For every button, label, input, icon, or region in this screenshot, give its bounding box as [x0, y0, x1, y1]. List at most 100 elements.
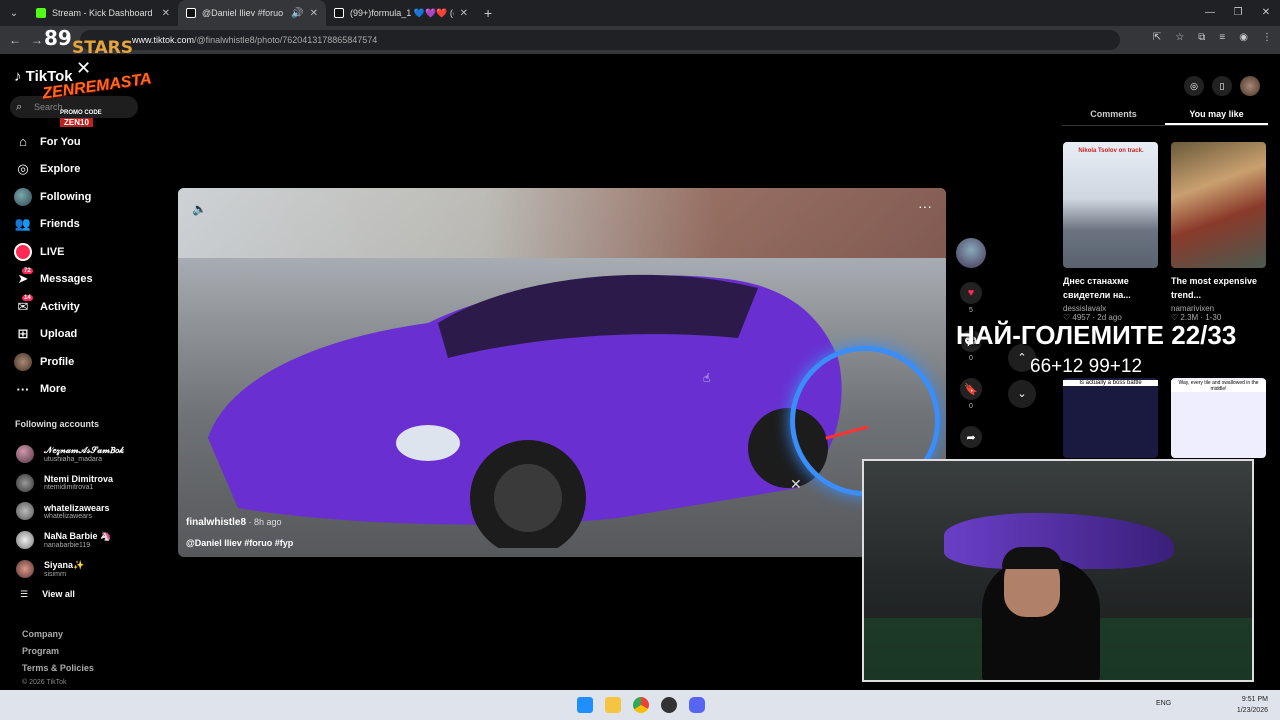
next-video-button[interactable]: ⌄ [1008, 380, 1036, 408]
discord-icon[interactable] [689, 697, 705, 713]
sidebar-item-for-you[interactable]: ⌂ For You [14, 128, 144, 156]
account-name: Ntemi Dimitrova [44, 474, 114, 485]
speaker-icon[interactable]: 🔊 [291, 8, 303, 19]
recommended-card[interactable]: The most expensive trend... namarivixen … [1171, 142, 1266, 322]
cross-icon: ✕ [76, 58, 92, 78]
account-name: NaNa Barbie 🦄 [44, 531, 112, 542]
sidebar-item-profile[interactable]: Profile [14, 348, 144, 376]
following-accounts-list: 𝒩𝑒𝓏𝓃𝒶𝓂𝒜𝓈𝒮𝒶𝓂𝐵𝑜𝓀 utushiaha_madara Ntemi Dim… [16, 440, 124, 583]
kick-favicon-icon [36, 8, 46, 18]
sidebar-item-explore[interactable]: ◎ Explore [14, 156, 144, 184]
sidebar-item-messages[interactable]: ➤ 72 Messages [14, 266, 144, 294]
creator-avatar[interactable] [956, 238, 986, 268]
obs-icon[interactable] [661, 697, 677, 713]
view-all-label: View all [42, 589, 75, 599]
footer-link-program[interactable]: Program [22, 646, 94, 663]
url-path: /@finalwhistle8/photo/762041317886584757… [194, 35, 378, 45]
nav-label: Friends [40, 218, 80, 231]
friends-icon: 👥 [14, 216, 32, 232]
language-indicator[interactable]: ENG [1156, 700, 1171, 707]
back-icon[interactable]: ← [4, 33, 26, 47]
sidebar-item-more[interactable]: ··· More [14, 376, 144, 404]
tab-tiktok-active[interactable]: @Daniel Iliev #foruo #fyp | 🔊 ✕ [178, 0, 326, 26]
like-button[interactable]: ♥ [960, 282, 982, 304]
sidebar-nav: ⌂ For You ◎ Explore Following 👥 Friends LIV… [14, 128, 144, 403]
nav-label: More [40, 383, 67, 396]
close-icon[interactable]: ✕ [790, 476, 802, 493]
tiktok-note-icon: ♪ [14, 68, 22, 85]
account-name: Siyana✨ [44, 559, 85, 570]
footer-link-terms[interactable]: Terms & Policies [22, 663, 94, 680]
tab-kick-dashboard[interactable]: Stream - Kick Dashboard ✕ [28, 0, 178, 26]
maximize-icon[interactable]: ❐ [1224, 0, 1252, 26]
sidebar-item-following[interactable]: Following [14, 183, 144, 211]
nav-label: Activity [40, 300, 80, 313]
account-item[interactable]: Ntemi Dimitrova ntemidimitrova1 [16, 469, 124, 498]
tab-comments[interactable]: Comments [1062, 104, 1165, 125]
tab-search-icon[interactable]: ⌄ [0, 0, 28, 26]
account-name: whatelizawears [44, 502, 110, 513]
recommended-card[interactable]: Nikola Tsolov on track. Днес станахме св… [1063, 142, 1158, 322]
share-button[interactable]: ➦ [960, 426, 982, 448]
video-player[interactable]: 🔈 ··· ✕ finalwhistle8 · 8h ago @Daniel I… [178, 188, 946, 557]
window-controls: — ❐ ✕ [1196, 0, 1280, 26]
footer-link-company[interactable]: Company [22, 629, 94, 646]
card-author: namarivixen [1171, 304, 1215, 313]
device-icon[interactable]: ▯ [1212, 76, 1232, 96]
extensions-icon[interactable]: ⧉ [1198, 32, 1205, 43]
video-author[interactable]: finalwhistle8 · 8h ago [186, 517, 282, 528]
menu-dots-icon[interactable]: ⋮ [1262, 32, 1272, 43]
address-bar[interactable]: www.tiktok.com/@finalwhistle8/photo/7620… [80, 30, 1120, 50]
close-window-icon[interactable]: ✕ [1252, 0, 1280, 26]
compass-icon: ◎ [17, 161, 29, 177]
url-host: www.tiktok.com [132, 35, 195, 45]
chrome-icon[interactable] [633, 697, 649, 713]
promo-label: PROMO CODE [60, 110, 102, 116]
sidebar-item-activity[interactable]: ✉ 14 Activity [14, 293, 144, 321]
file-explorer-icon[interactable] [605, 697, 621, 713]
tab-close-icon[interactable]: ✕ [460, 8, 468, 19]
chevron-down-icon: ⌄ [1017, 388, 1027, 400]
install-icon[interactable]: ⇱ [1153, 32, 1161, 43]
system-clock[interactable]: 9:51 PM 1/23/2026 [1237, 694, 1268, 716]
account-item[interactable]: 𝒩𝑒𝓏𝓃𝒶𝓂𝒜𝓈𝒮𝒶𝓂𝐵𝑜𝓀 utushiaha_madara [16, 440, 124, 469]
more-options-icon[interactable]: ··· [918, 198, 932, 214]
thumbnail[interactable]: Way, every tile and swallowed in the mid… [1171, 378, 1266, 458]
save-count: 0 [969, 403, 973, 410]
thumbnail[interactable]: Is actually a boss battle [1063, 378, 1158, 458]
view-all-button[interactable]: ☰ View all [20, 589, 75, 600]
volume-icon[interactable]: 🔈 [192, 202, 207, 216]
media-icon[interactable]: ≡ [1219, 32, 1225, 43]
account-item[interactable]: NaNa Barbie 🦄 nanabarbie119 [16, 526, 124, 555]
user-avatar[interactable] [1240, 76, 1260, 96]
profile-icon[interactable]: ◉ [1239, 32, 1248, 43]
profile-avatar-icon [14, 352, 32, 371]
new-tab-icon[interactable]: + [484, 5, 492, 21]
minimize-icon[interactable]: — [1196, 0, 1224, 26]
logo-zen-text: ZENREMASTA [41, 70, 153, 103]
compass-icon[interactable]: ◎ [1184, 76, 1204, 96]
tab-formula1[interactable]: (99+)formula_1 💙💜❤️ (@re ✕ [326, 0, 476, 26]
bookmark-star-icon[interactable]: ☆ [1175, 32, 1184, 43]
comment-count: 0 [969, 355, 973, 362]
card-author: dessislavalx [1063, 304, 1107, 313]
nav-label: Following [40, 190, 92, 203]
account-item[interactable]: whatelizawears whatelizawears [16, 497, 124, 526]
author-name: finalwhistle8 [186, 517, 247, 528]
tab-close-icon[interactable]: ✕ [162, 8, 170, 19]
account-name: 𝒩𝑒𝓏𝓃𝒶𝓂𝒜𝓈𝒮𝒶𝓂𝐵𝑜𝓀 [44, 445, 125, 456]
more-icon: ··· [16, 381, 30, 397]
tab-close-icon[interactable]: ✕ [310, 8, 318, 19]
mouse-cursor-icon: ☝ [703, 371, 711, 385]
account-item[interactable]: Siyana✨ sisimrn [16, 554, 124, 583]
sidebar-item-live[interactable]: LIVE [14, 238, 144, 266]
start-icon[interactable] [577, 697, 593, 713]
sidebar-item-friends[interactable]: 👥 Friends [14, 211, 144, 239]
sponsor-logo-89stars: 89 STARS [44, 26, 136, 58]
clock-date: 1/23/2026 [1236, 707, 1268, 714]
sidebar-item-upload[interactable]: ⊞ Upload [14, 321, 144, 349]
tab-you-may-like[interactable]: You may like [1165, 104, 1268, 125]
stream-overlay-score: 66+12 99+12 [1030, 356, 1143, 377]
account-handle: whatelizawears [44, 512, 92, 520]
save-button[interactable]: 🔖 [960, 378, 982, 400]
